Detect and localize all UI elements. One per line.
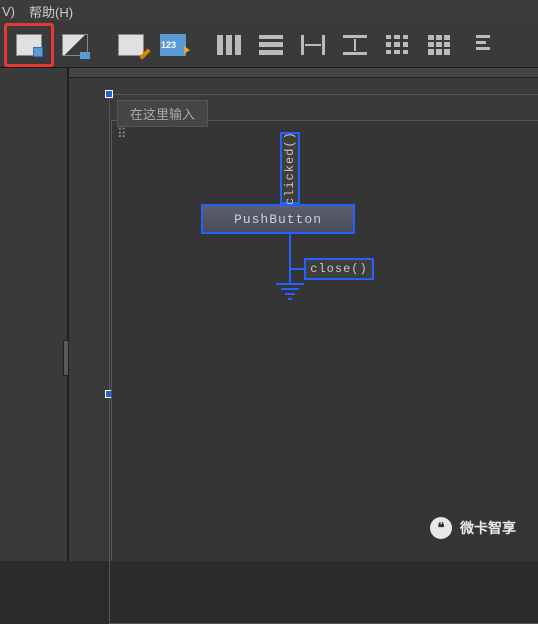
signal-connection-line-h [289,268,305,270]
layout-vertical-splitter-icon [343,35,367,55]
edit-signals-button[interactable] [54,27,96,63]
form-canvas[interactable]: 在这里输入 ⠿ clicked() PushButton close() [68,68,538,561]
layout-vertical-icon [259,35,283,55]
form-background[interactable] [111,120,538,561]
menu-help[interactable]: 帮助(H) [29,2,73,21]
layout-grid-button[interactable] [418,27,460,63]
edit-buddies-icon [118,34,144,56]
resize-handle-top-left[interactable] [105,90,113,98]
slot-close-label[interactable]: close() [304,258,374,280]
menubar: V) 帮助(H) [0,0,538,22]
layout-form-icon [472,35,490,55]
workspace: 在这里输入 ⠿ clicked() PushButton close() [0,68,538,561]
layout-hsplitter-button[interactable] [292,27,334,63]
layout-horizontal-button[interactable] [208,27,250,63]
edit-signals-icon [62,34,88,56]
edit-taborder-button[interactable]: 123 [152,27,194,63]
signal-clicked-label[interactable]: clicked() [280,132,300,204]
layout-horizontal-icon [217,35,241,55]
edit-widgets-button[interactable] [4,23,54,67]
layout-horizontal-splitter-icon [301,35,325,55]
side-panel [0,68,68,561]
menu-view[interactable]: V) [2,4,15,19]
layout-vsplitter-button[interactable] [334,27,376,63]
watermark-text: 微卡智享 [460,518,516,538]
layout-grid-sparse-button[interactable] [376,27,418,63]
edit-taborder-icon: 123 [160,34,186,56]
menubar-type-here[interactable]: 在这里输入 [117,100,208,127]
ground-symbol-icon [276,283,304,300]
watermark-icon: ❝ [430,517,452,539]
layout-form-button[interactable] [460,27,502,63]
horizontal-ruler [69,68,538,78]
signal-connection-line [289,234,291,284]
layout-grid-icon [428,35,450,55]
edit-buddies-button[interactable] [110,27,152,63]
layout-grid-sparse-icon [386,35,408,55]
pushbutton-widget[interactable]: PushButton [201,204,355,234]
toolbar-grip-icon[interactable]: ⠿ [117,126,128,142]
toolbar: 123 [0,22,538,68]
layout-vertical-button[interactable] [250,27,292,63]
edit-widgets-icon [16,34,42,56]
watermark: ❝ 微卡智享 [430,517,516,539]
